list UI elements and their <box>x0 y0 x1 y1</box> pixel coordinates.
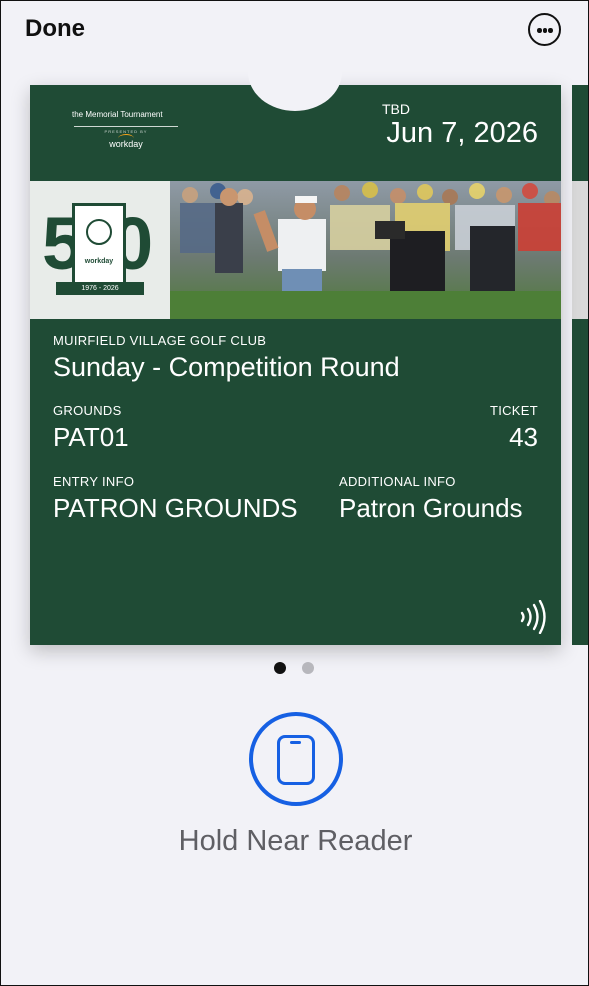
badge-sponsor: workday <box>84 258 114 265</box>
ellipsis-circle-icon[interactable] <box>528 13 561 46</box>
entry-info-label: ENTRY INFO <box>53 474 135 489</box>
page-dot-active[interactable] <box>274 662 286 674</box>
hold-near-reader-label: Hold Near Reader <box>178 825 413 857</box>
phone-icon <box>277 735 315 785</box>
logo-title: the Memorial Tournament <box>72 110 163 119</box>
badge-years: 1976 - 2026 <box>56 282 144 295</box>
page-dot-inactive[interactable] <box>302 662 314 674</box>
entry-info-value: PATRON GROUNDS <box>53 493 298 523</box>
ticket-label: TICKET <box>489 403 538 418</box>
wallet-screen: Done the Memorial Tournament PRESENTED B… <box>0 0 589 986</box>
hold-near-reader-icon <box>249 712 343 806</box>
pass-notch <box>248 33 342 111</box>
done-button[interactable]: Done <box>25 15 85 43</box>
grounds-label: GROUNDS <box>53 403 122 418</box>
date-label: TBD <box>382 101 410 117</box>
event-pass-card[interactable]: the Memorial Tournament PRESENTED BY wor… <box>30 33 561 645</box>
logo-sponsor: workday <box>109 139 143 149</box>
page-indicator[interactable] <box>274 662 318 674</box>
badge-emblem: workday <box>72 203 126 289</box>
date-value: Jun 7, 2026 <box>386 117 538 149</box>
venue-label: MUIRFIELD VILLAGE GOLF CLUB <box>53 333 267 348</box>
pass-image-strip: 5 0 workday 1976 - 2026 <box>30 181 561 319</box>
next-pass-card[interactable] <box>572 85 588 645</box>
50th-anniversary-badge: 5 0 workday 1976 - 2026 <box>42 203 154 297</box>
ticket-value: 43 <box>509 422 538 452</box>
additional-info-label: ADDITIONAL INFO <box>339 474 456 489</box>
event-title: Sunday - Competition Round <box>53 352 400 382</box>
additional-info-value: Patron Grounds <box>339 493 523 523</box>
contactless-icon <box>520 600 546 634</box>
tournament-logo: the Memorial Tournament PRESENTED BY wor… <box>66 103 186 163</box>
grounds-value: PAT01 <box>53 422 129 452</box>
